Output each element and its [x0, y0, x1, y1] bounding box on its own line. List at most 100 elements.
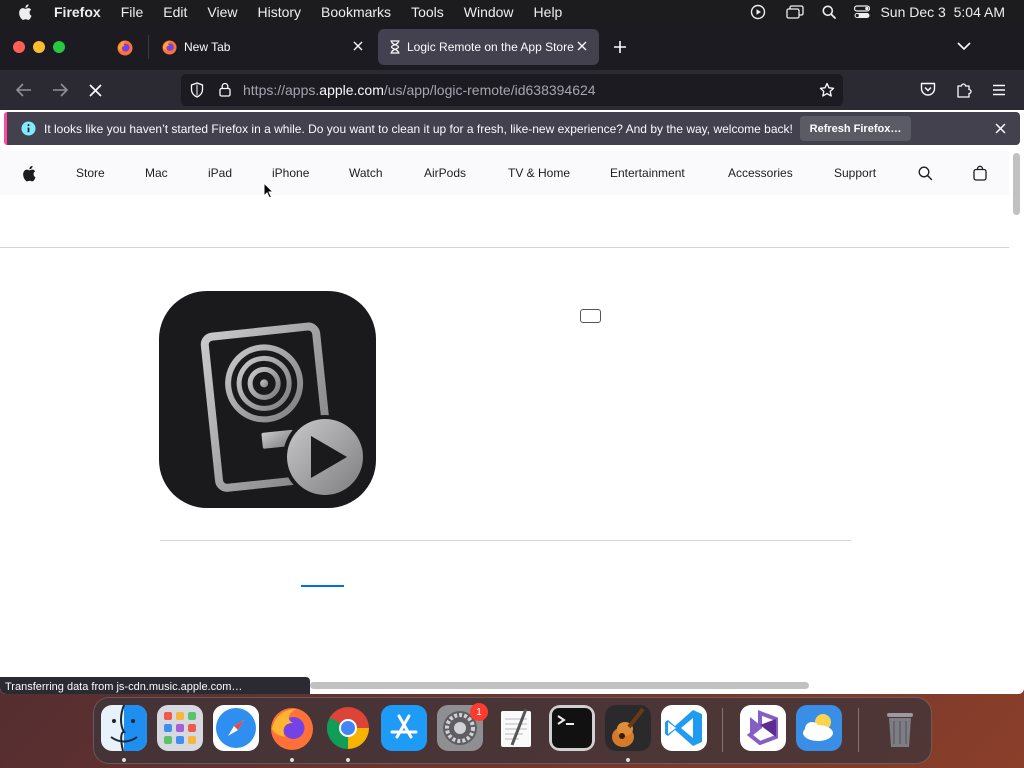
extensions-puzzle-icon[interactable] [956, 81, 972, 98]
content-divider [160, 540, 851, 541]
url-domain: apple.com [319, 82, 384, 98]
spotlight-search-icon[interactable] [822, 5, 837, 19]
scrollbar-thumb[interactable] [1013, 153, 1020, 215]
padlock-icon[interactable] [219, 82, 231, 97]
close-notification-icon[interactable] [995, 123, 1006, 134]
menu-tools[interactable]: Tools [401, 0, 454, 24]
url-text: https://apps.apple.com/us/app/logic-remo… [243, 82, 596, 98]
firefox-favicon-icon [162, 39, 177, 55]
dock-separator [722, 708, 723, 752]
terminal-icon[interactable] [549, 705, 595, 751]
hamburger-menu-icon[interactable] [992, 84, 1006, 96]
tracking-protection-shield-icon[interactable] [190, 82, 204, 98]
trash-icon[interactable] [877, 705, 923, 751]
menu-bar: Firefox File Edit View History Bookmarks… [0, 0, 1024, 24]
tab-new-tab[interactable]: New Tab [153, 29, 375, 65]
nav-support[interactable]: Support [834, 151, 876, 195]
browser-window: New Tab Logic Remote on the App Store ht… [0, 24, 1024, 694]
menu-file[interactable]: File [111, 0, 154, 24]
selected-tab-indicator [301, 585, 344, 587]
dock: 1 [93, 697, 932, 764]
menu-help[interactable]: Help [524, 0, 573, 24]
close-tab-icon[interactable] [576, 40, 588, 52]
app-store-icon[interactable] [381, 705, 427, 751]
bookmark-star-icon[interactable] [819, 82, 835, 98]
tab-title: Logic Remote on the App Store [407, 40, 574, 54]
weather-icon[interactable] [796, 705, 842, 751]
navigation-toolbar: https://apps.apple.com/us/app/logic-remo… [0, 70, 1024, 110]
page-content: Store Mac iPad iPhone Watch AirPods TV &… [0, 151, 1009, 694]
garageband-icon[interactable] [605, 705, 651, 751]
nav-entertainment[interactable]: Entertainment [610, 151, 685, 195]
menu-view[interactable]: View [197, 0, 247, 24]
vscode-icon[interactable] [661, 705, 707, 751]
dock-separator [858, 708, 859, 752]
url-bar[interactable]: https://apps.apple.com/us/app/logic-remo… [181, 74, 843, 106]
stop-loading-icon[interactable] [89, 84, 102, 97]
firefox-app-icon[interactable] [269, 705, 315, 751]
mouse-cursor-icon [263, 182, 274, 199]
vertical-scrollbar[interactable] [1009, 151, 1024, 694]
pocket-icon[interactable] [920, 82, 936, 97]
menu-window[interactable]: Window [454, 0, 524, 24]
running-indicator [626, 758, 630, 762]
refresh-firefox-button[interactable]: Refresh Firefox… [800, 116, 911, 141]
shopping-bag-icon[interactable] [973, 151, 987, 195]
nav-mac[interactable]: Mac [145, 151, 168, 195]
app-name-menu[interactable]: Firefox [44, 0, 111, 24]
screen-mirroring-icon[interactable] [786, 5, 805, 19]
finder-icon[interactable] [101, 705, 147, 751]
zoom-window-button[interactable] [53, 41, 65, 53]
notification-badge: 1 [470, 703, 488, 721]
nav-store[interactable]: Store [76, 151, 105, 195]
apple-global-nav: Store Mac iPad iPhone Watch AirPods TV &… [0, 151, 1009, 195]
menu-history[interactable]: History [247, 0, 311, 24]
media-play-icon[interactable] [750, 4, 766, 20]
placeholder-button[interactable] [580, 309, 601, 323]
list-all-tabs-icon[interactable] [957, 41, 971, 51]
menubar-clock[interactable]: Sun Dec 3 5:04 AM [880, 4, 1005, 20]
apple-menu-icon[interactable] [0, 0, 44, 24]
refresh-firefox-notification: It looks like you haven’t started Firefo… [4, 112, 1020, 145]
safari-icon[interactable] [213, 705, 259, 751]
tab-title: New Tab [184, 40, 231, 54]
control-center-icon[interactable] [854, 5, 871, 19]
url-path: /us/app/logic-remote/id638394624 [383, 82, 596, 98]
nav-iphone[interactable]: iPhone [272, 151, 309, 195]
pinned-tab-firefox[interactable] [117, 40, 133, 56]
notification-message: It looks like you haven’t started Firefo… [44, 122, 793, 136]
info-icon [21, 121, 36, 136]
visual-studio-icon[interactable] [740, 705, 786, 751]
new-tab-icon[interactable] [613, 40, 627, 54]
minimize-window-button[interactable] [33, 41, 45, 53]
nav-watch[interactable]: Watch [349, 151, 383, 195]
search-icon[interactable] [918, 151, 933, 195]
running-indicator [290, 758, 294, 762]
forward-arrow-icon[interactable] [52, 83, 68, 97]
nav-tv-home[interactable]: TV & Home [508, 151, 570, 195]
status-panel: Transferring data from js-cdn.music.appl… [0, 677, 310, 694]
close-tab-icon[interactable] [352, 40, 364, 52]
status-text: Transferring data from js-cdn.music.appl… [5, 681, 243, 693]
tab-strip: New Tab Logic Remote on the App Store [0, 24, 1024, 70]
launchpad-icon[interactable] [157, 705, 203, 751]
nav-airpods[interactable]: AirPods [424, 151, 466, 195]
tab-logic-remote[interactable]: Logic Remote on the App Store [378, 29, 599, 65]
nav-accessories[interactable]: Accessories [728, 151, 793, 195]
menu-bookmarks[interactable]: Bookmarks [311, 0, 401, 24]
close-window-button[interactable] [13, 41, 25, 53]
back-arrow-icon[interactable] [16, 83, 32, 97]
chrome-icon[interactable] [325, 705, 371, 751]
textedit-icon[interactable] [493, 705, 539, 751]
tab-separator [148, 35, 149, 59]
horizontal-scrollbar[interactable] [310, 682, 809, 689]
notification-accent-bar [4, 112, 7, 145]
subnav-divider [0, 247, 1009, 248]
apple-logo-icon[interactable] [22, 151, 36, 195]
running-indicator [122, 758, 126, 762]
running-indicator [346, 758, 350, 762]
nav-ipad[interactable]: iPad [208, 151, 232, 195]
loading-hourglass-icon [389, 40, 401, 54]
menu-edit[interactable]: Edit [153, 0, 197, 24]
url-prefix: https://apps. [243, 82, 320, 98]
